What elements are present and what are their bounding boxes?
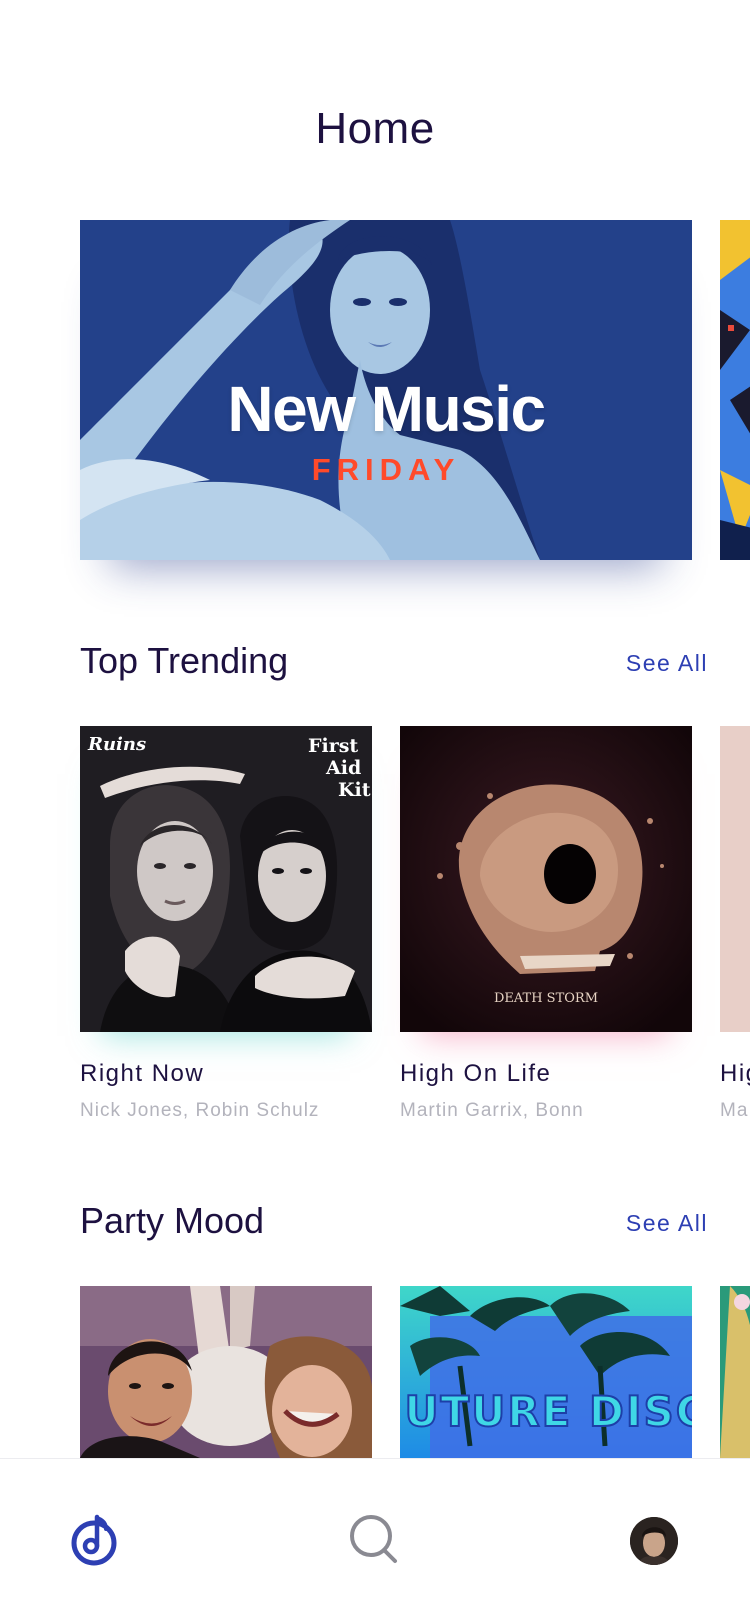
playlist-art-future-disco: FUTURE DISCO — [400, 1286, 692, 1458]
album-art-text-band: First — [308, 735, 358, 757]
hero-subtitle: FRIDAY — [311, 452, 461, 487]
section-title-top-trending: Top Trending — [80, 640, 289, 681]
album-title: Right Now — [80, 1060, 205, 1087]
playlist-card-party-crowd[interactable] — [80, 1286, 372, 1458]
album-art-right-now: Ruins First Aid Kit — [80, 726, 372, 1032]
avatar — [630, 1517, 678, 1565]
playlist-art-party-crowd — [80, 1286, 372, 1458]
album-art-text-band-2: Aid — [325, 757, 361, 779]
see-all-top-trending-button[interactable]: See All — [626, 650, 708, 677]
hero-title: New Music — [227, 373, 546, 445]
bottom-tab-bar — [0, 1458, 750, 1624]
album-card-right-now[interactable]: Ruins First Aid Kit Right Now Nick Jones… — [80, 726, 372, 1126]
album-card-partial[interactable]: Hig Ma — [720, 726, 750, 1126]
album-title: Hig — [720, 1060, 750, 1087]
album-title: High On Life — [400, 1060, 552, 1087]
search-icon — [350, 1515, 397, 1563]
hero-banner-new-music-friday[interactable]: New Music FRIDAY — [80, 220, 692, 560]
section-title-party-mood: Party Mood — [80, 1200, 265, 1241]
home-screen: Home New Music FRIDAY Top Trending See A… — [0, 0, 750, 1624]
album-art-text-ruins: Ruins — [87, 734, 146, 755]
playlist-card-future-disco[interactable]: FUTURE DISCO — [400, 1286, 692, 1458]
tab-profile-avatar[interactable] — [630, 1517, 678, 1565]
playlist-art-partial — [720, 1286, 750, 1458]
album-artist: Ma — [720, 1100, 749, 1121]
album-art-high-on-life: DEATH STORM — [400, 726, 692, 1032]
see-all-party-mood-button[interactable]: See All — [626, 1210, 708, 1237]
album-art-text-death-storm: DEATH STORM — [494, 991, 598, 1006]
album-art-text-band-3: Kit — [338, 779, 371, 801]
page-title: Home — [315, 104, 435, 153]
tab-search[interactable] — [346, 1511, 402, 1567]
album-artist: Martin Garrix, Bonn — [400, 1100, 584, 1121]
hero-next-artwork — [720, 220, 750, 560]
album-artist: Nick Jones, Robin Schulz — [80, 1100, 320, 1121]
playlist-card-partial[interactable] — [720, 1286, 750, 1458]
album-card-high-on-life[interactable]: DEATH STORM High On Life Martin Garrix, … — [400, 726, 692, 1126]
music-note-icon — [71, 1514, 117, 1566]
hero-next-card[interactable] — [720, 220, 750, 560]
tab-home[interactable] — [66, 1511, 122, 1567]
album-art-partial — [720, 726, 750, 1032]
playlist-art-text-future-disco: FUTURE DISCO — [400, 1387, 692, 1436]
